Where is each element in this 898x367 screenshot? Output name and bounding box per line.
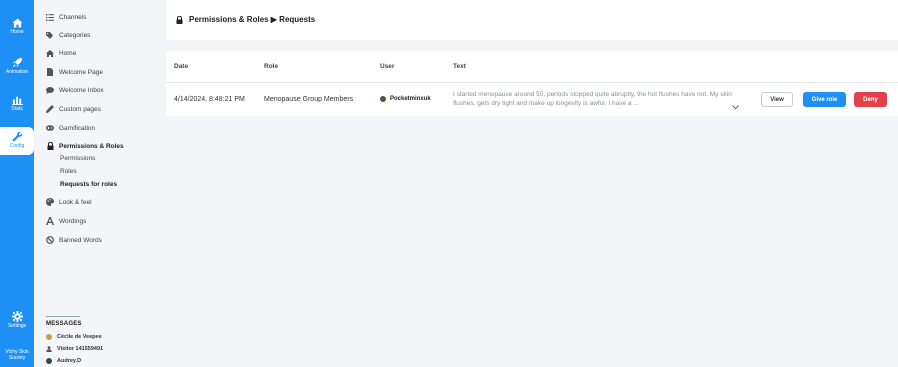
sidebar-item-label: Permissions & Roles (59, 142, 124, 150)
message-item[interactable]: Audrey.D (46, 358, 81, 364)
sidebar-item-label: Welcome Inbox (59, 86, 104, 94)
sidebar-item-gamification[interactable]: Gamification (46, 122, 95, 134)
sidebar-item-permissions-roles[interactable]: Permissions & Roles (46, 140, 124, 152)
column-header-date: Date (174, 63, 189, 70)
sidebar-item-wordings[interactable]: Wordings (46, 215, 86, 227)
sidebar-item-categories[interactable]: Categories (46, 29, 90, 41)
rail-item-label: Settings (7, 323, 27, 329)
rail-item-label: Animation (5, 69, 29, 75)
lock-icon (176, 15, 183, 24)
sidebar-item-label: Banned Words (59, 236, 102, 244)
messages-title: MESSAGES (46, 321, 82, 327)
rail-item-animation[interactable]: Animation (0, 57, 34, 75)
column-header-text: Text (453, 63, 466, 70)
table-row: 4/14/2024, 8:48:21 PM Menopause Group Me… (166, 84, 898, 116)
column-header-role: Role (264, 63, 279, 70)
sidebar-subitem-roles[interactable]: Roles (60, 168, 77, 175)
view-button[interactable]: View (761, 92, 793, 107)
sidebar-item-banned-words[interactable]: Banned Words (46, 234, 102, 246)
sidebar-item-label: Gamification (59, 124, 96, 132)
file-icon (46, 68, 54, 76)
palette-icon (46, 198, 54, 206)
app-rail: Home Animation Stats Config Settings Vic… (0, 0, 34, 367)
messages-divider (46, 316, 80, 317)
page-header: Permissions & Roles ▶ Requests (166, 0, 898, 40)
message-item-name: Visitor 141559491 (57, 346, 104, 352)
deny-button[interactable]: Deny (854, 92, 887, 107)
request-user[interactable]: Pocketminxuk (380, 96, 431, 102)
rail-item-label: Stats (11, 106, 23, 112)
message-item-name: Cécile de Veepee (57, 334, 102, 340)
user-icon (46, 346, 52, 352)
sidebar-item-label: Categories (59, 31, 91, 39)
message-item[interactable]: Cécile de Veepee (46, 334, 102, 340)
sidebar-item-look-feel[interactable]: Look & feel (46, 196, 92, 208)
org-name[interactable]: Vichy Skin Society (0, 349, 34, 361)
avatar (46, 334, 52, 340)
gamepad-icon (46, 124, 54, 132)
home-icon (0, 18, 34, 28)
rail-item-config[interactable]: Config (0, 127, 34, 155)
rail-item-home[interactable]: Home (0, 18, 34, 35)
home-icon (46, 49, 54, 57)
request-text: I started menopause around 50, periods s… (453, 91, 732, 107)
sidebar-item-custom-pages[interactable]: Custom pages (46, 103, 101, 115)
sidebar-item-welcome-page[interactable]: Welcome Page (46, 66, 103, 78)
request-role: Menopause Group Members (264, 96, 354, 103)
rail-item-settings[interactable]: Settings (0, 311, 34, 329)
sidebar-item-label: Welcome Page (59, 68, 103, 76)
message-item-name: Audrey.D (57, 358, 82, 364)
tags-icon (46, 31, 54, 39)
pencil-icon (46, 105, 54, 113)
give-role-button[interactable]: Give role (803, 92, 846, 107)
sidebar-item-label: Home (59, 49, 77, 57)
ban-icon (46, 236, 54, 244)
font-icon (46, 217, 54, 225)
sidebar-item-label: Channels (59, 13, 87, 21)
config-sidebar: Channels Categories Home Welcome Page We… (34, 0, 166, 367)
column-header-user: User (380, 63, 395, 70)
avatar (46, 358, 52, 364)
request-date: 4/14/2024, 8:48:21 PM (174, 96, 245, 103)
sidebar-item-label: Look & feel (59, 198, 92, 206)
sidebar-item-home[interactable]: Home (46, 47, 76, 59)
request-user-name: Pocketminxuk (390, 96, 431, 102)
chat-bubble-icon (46, 86, 54, 94)
sidebar-subitem-requests-for-roles[interactable]: Requests for roles (60, 181, 117, 188)
sidebar-item-channels[interactable]: Channels (46, 11, 86, 23)
wrench-icon (0, 131, 34, 142)
bar-chart-icon (0, 95, 34, 105)
rail-item-stats[interactable]: Stats (0, 95, 34, 112)
rail-item-label: Config (9, 143, 25, 149)
requests-table: Date Role User Text 4/14/2024, 8:48:21 P… (166, 51, 898, 116)
rail-item-label: Home (10, 29, 24, 35)
table-header: Date Role User Text (166, 51, 898, 83)
sidebar-subitem-permissions[interactable]: Permissions (60, 155, 95, 162)
sidebar-item-label: Custom pages (59, 105, 101, 113)
app-window: Home Animation Stats Config Settings Vic… (0, 0, 898, 367)
page-title-wrap: Permissions & Roles ▶ Requests (176, 15, 315, 24)
chevron-down-icon[interactable] (732, 97, 739, 115)
avatar (380, 96, 386, 102)
sidebar-item-label: Wordings (59, 217, 87, 225)
list-icon (46, 13, 54, 21)
gear-icon (0, 311, 34, 322)
page-title: Permissions & Roles ▶ Requests (189, 15, 316, 24)
sidebar-item-welcome-inbox[interactable]: Welcome Inbox (46, 84, 104, 96)
lock-icon (46, 142, 54, 150)
message-item[interactable]: Visitor 141559491 (46, 346, 103, 352)
rocket-icon (0, 57, 34, 68)
